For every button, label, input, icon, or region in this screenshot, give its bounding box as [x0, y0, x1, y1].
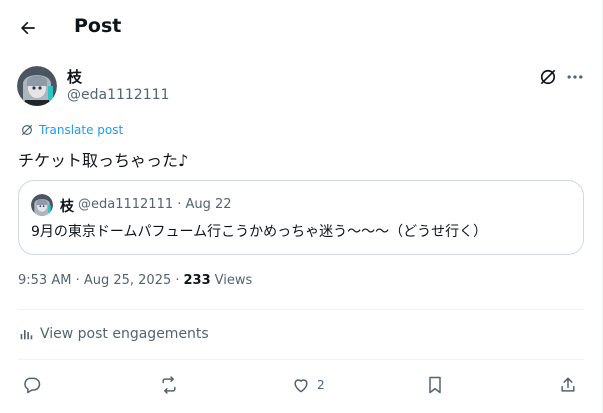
- post-timestamp-views: 9:53 AM · Aug 25, 2025 · 233 Views: [18, 273, 252, 288]
- repost-icon: [162, 376, 176, 394]
- share-button[interactable]: [558, 374, 578, 396]
- quoted-display-name: 枝: [60, 199, 74, 215]
- reply-icon: [24, 377, 41, 394]
- bookmark-button[interactable]: [425, 374, 445, 396]
- views-count: 233: [183, 273, 211, 288]
- divider: [18, 309, 584, 310]
- page-title: Post: [74, 15, 122, 37]
- quoted-post[interactable]: 枝 @eda1112111 · Aug 22 9月の東京ドームパフューム行こうか…: [18, 180, 584, 255]
- grok-icon[interactable]: [538, 67, 558, 87]
- more-options-icon[interactable]: [565, 67, 585, 87]
- grok-glyph: [540, 69, 556, 85]
- post-text: チケット取っちゃった♪: [18, 151, 189, 170]
- engagements-label: View post engagements: [40, 326, 209, 342]
- views-label: Views: [214, 273, 253, 288]
- quoted-handle-date: @eda1112111 · Aug 22: [78, 197, 232, 212]
- author-display-name[interactable]: 枝: [67, 66, 82, 87]
- bookmark-icon: [429, 376, 441, 394]
- arrow-left-icon: [21, 21, 35, 35]
- author-avatar[interactable]: [17, 66, 57, 106]
- translate-post-link[interactable]: Translate post: [20, 123, 123, 137]
- post-detail-panel: Post 枝 @eda1112111 Translate post チケット取っ…: [0, 0, 603, 413]
- author-handle[interactable]: @eda1112111: [67, 87, 169, 103]
- avatar-image: [17, 66, 57, 106]
- quoted-avatar-image: [31, 194, 53, 216]
- view-engagements-link[interactable]: View post engagements: [18, 326, 209, 342]
- post-timestamp[interactable]: 9:53 AM · Aug 25, 2025 ·: [18, 273, 180, 288]
- divider: [18, 359, 584, 360]
- header: Post: [0, 0, 603, 56]
- like-button[interactable]: 2: [291, 374, 325, 396]
- repost-button[interactable]: [159, 374, 179, 396]
- quoted-author-avatar: [31, 194, 53, 216]
- translate-icon: [21, 124, 33, 136]
- back-button[interactable]: [14, 14, 42, 42]
- heart-icon: [294, 379, 308, 393]
- analytics-icon: [20, 330, 33, 340]
- reply-button[interactable]: [22, 374, 42, 396]
- quoted-post-text: 9月の東京ドームパフューム行こうかめっちゃ迷う〜〜〜（どうせ行く）: [31, 224, 488, 240]
- share-icon: [561, 377, 575, 392]
- translate-label: Translate post: [39, 123, 124, 137]
- ellipsis-glyph: [567, 75, 583, 79]
- like-count: 2: [317, 378, 325, 392]
